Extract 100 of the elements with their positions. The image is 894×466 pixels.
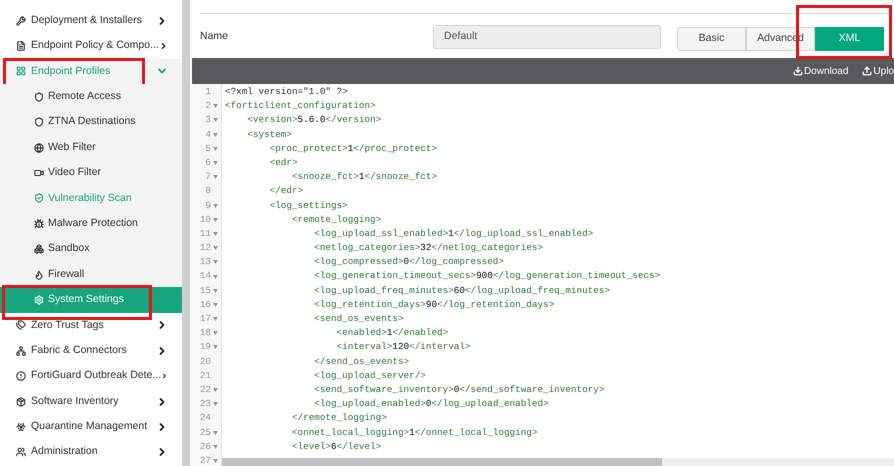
horizontal-scrollbar[interactable] (222, 458, 894, 466)
line-number: 19 (200, 340, 211, 354)
fold-arrow-icon[interactable] (212, 232, 218, 236)
shield-check-icon (34, 193, 44, 204)
code-line: <log_upload_server/> (313, 370, 426, 381)
sidebar-subitem[interactable]: Remote Access (0, 84, 182, 110)
sidebar-item[interactable]: Quarantine Management (0, 414, 182, 440)
code-line: <snooze_fct>1</snooze_fct> (290, 171, 438, 182)
sidebar-subitem[interactable]: Web Filter (0, 134, 182, 160)
sidebar-subitem[interactable]: ZTNA Destinations (0, 110, 182, 135)
sidebar-item[interactable]: Software Inventory (0, 388, 182, 414)
sidebar-subitem[interactable]: Sandbox (0, 236, 182, 262)
fold-arrow-icon[interactable] (212, 218, 218, 222)
line-number: 20 (200, 354, 211, 369)
fold-arrow-icon[interactable] (212, 146, 218, 151)
fold-arrow-icon[interactable] (212, 175, 218, 180)
sidebar-item[interactable]: Administration (0, 440, 182, 466)
sidebar-subitem[interactable]: Firewall (0, 262, 182, 288)
line-number: 11 (200, 226, 211, 241)
code-line: <proc_protect>1</proc_protect> (268, 142, 438, 154)
line-number: 9 (205, 198, 211, 212)
line-number: 4 (205, 128, 211, 142)
code-line: <interval>120</interval> (336, 341, 471, 352)
tag-icon (16, 320, 26, 330)
network-icon (16, 346, 26, 356)
fold-arrow-icon[interactable] (212, 161, 218, 166)
biohazard-icon (16, 422, 26, 432)
name-field[interactable]: Default (433, 25, 661, 49)
fold-arrow-icon[interactable] (212, 317, 218, 322)
view-tab[interactable]: Basic (677, 26, 746, 51)
line-number: 16 (200, 298, 211, 312)
fold-arrow-icon[interactable] (212, 430, 218, 435)
fold-arrow-icon[interactable] (212, 388, 218, 392)
code-line: <log_generation_timeout_secs>900</log_generation_timeout_secs> (313, 270, 660, 282)
line-number: 18 (200, 326, 211, 340)
fold-arrow-icon[interactable] (212, 288, 218, 293)
sidebar-subitem[interactable]: Malware Protection (0, 211, 182, 237)
sidebar-subitem[interactable]: Video Filter (0, 160, 182, 186)
code-line: <onnet_local_logging>1</onnet_local_logging> (290, 426, 538, 438)
shield-icon (34, 117, 44, 128)
line-number: 25 (200, 426, 211, 440)
globe-icon (34, 142, 44, 153)
settings-icon (34, 294, 44, 305)
flame-icon (34, 270, 44, 280)
code-line: </send_os_events> (313, 356, 410, 367)
line-number: 7 (205, 170, 211, 184)
download-button[interactable]: Download (792, 64, 848, 78)
boxes-icon (34, 244, 44, 254)
document-icon (16, 41, 26, 52)
fold-arrow-icon[interactable] (212, 274, 218, 279)
code-line: </remote_logging> (290, 412, 387, 424)
line-number: 10 (200, 212, 211, 227)
sidebar-item[interactable]: Fabric & Connectors (0, 338, 182, 364)
code-line: <enabled>1</enabled> (336, 327, 448, 338)
upload-icon (862, 66, 872, 76)
fold-arrow-icon[interactable] (212, 458, 218, 463)
name-label: Name (200, 29, 230, 44)
line-number: 6 (205, 156, 211, 170)
code-line: <send_software_inventory>0</send_software_inventory> (313, 384, 604, 395)
fold-arrow-icon[interactable] (212, 104, 218, 108)
line-number: 2 (205, 99, 211, 114)
code-line: <log_retention_days>90</log_retention_days> (313, 298, 554, 310)
code-line: <level>6</level> (290, 440, 382, 452)
download-icon (792, 66, 803, 76)
sidebar-item[interactable]: Endpoint Policy & Compo... (0, 33, 182, 59)
code-line: <log_upload_enabled>0</log_upload_enabled> (313, 398, 549, 410)
video-icon (34, 168, 44, 178)
fold-arrow-icon[interactable] (212, 132, 218, 137)
sidebar-scrollbar[interactable] (182, 0, 190, 466)
sidebar-item[interactable]: Zero Trust Tags (0, 312, 182, 338)
wrench-icon (16, 16, 26, 26)
package-icon (16, 396, 26, 407)
line-number: 5 (205, 142, 211, 156)
fold-arrow-icon[interactable] (212, 345, 218, 350)
sidebar-item[interactable]: Deployment & Installers (0, 8, 182, 34)
line-number: 23 (200, 397, 211, 412)
line-number: 21 (200, 368, 211, 383)
line-number: 14 (200, 269, 211, 284)
line-number: 27 (200, 454, 211, 466)
line-number: 3 (205, 113, 211, 128)
code-editor[interactable] (192, 84, 894, 466)
code-line: <log_compressed>0</log_compressed> (313, 256, 504, 268)
code-line: <system> (246, 128, 292, 140)
code-line: <?xml version="1.0" ?> (225, 86, 348, 97)
line-number: 17 (200, 312, 211, 326)
fold-arrow-icon[interactable] (212, 402, 218, 406)
fold-arrow-icon[interactable] (212, 331, 218, 336)
fold-arrow-icon[interactable] (212, 302, 218, 307)
line-number: 12 (200, 241, 211, 256)
code-line: </edr> (268, 185, 304, 196)
fold-arrow-icon[interactable] (212, 246, 218, 250)
fold-arrow-icon[interactable] (212, 118, 218, 122)
line-number: 1 (205, 85, 211, 99)
fold-arrow-icon[interactable] (212, 204, 218, 208)
bug-icon (34, 218, 44, 229)
fold-arrow-icon[interactable] (212, 260, 218, 264)
sidebar-item[interactable]: FortiGuard Outbreak Dete... (0, 363, 182, 389)
upload-button[interactable]: Uplo (862, 64, 894, 78)
users-icon (16, 447, 26, 458)
fold-arrow-icon[interactable] (212, 444, 218, 449)
